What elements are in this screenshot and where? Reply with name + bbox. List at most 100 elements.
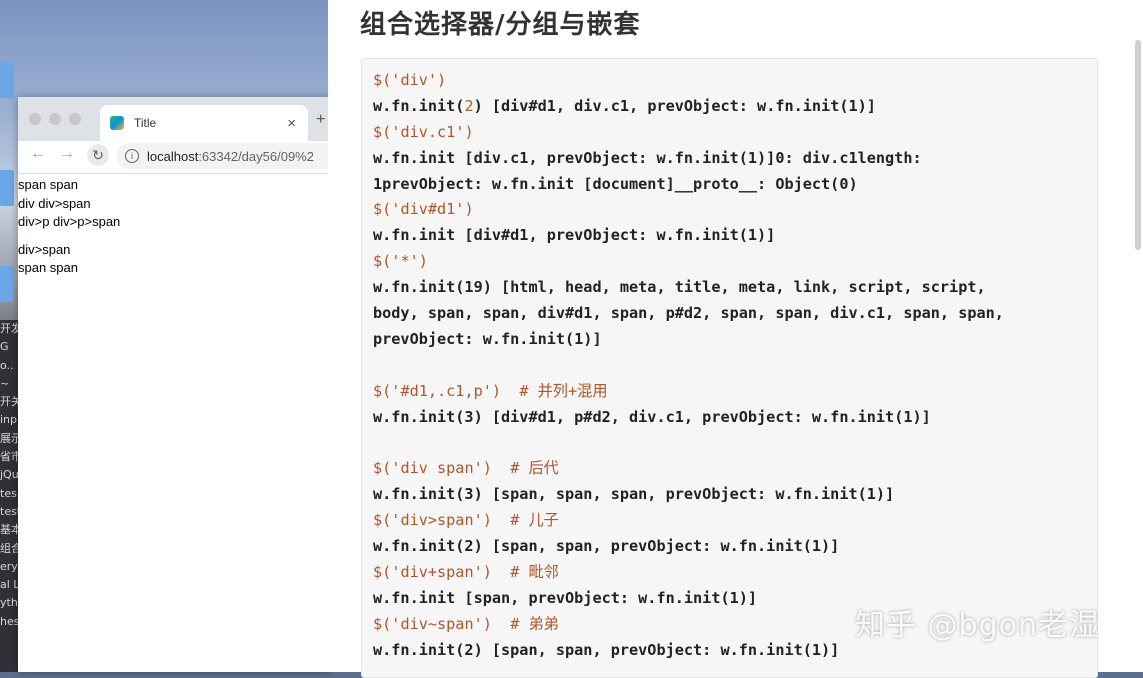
info-icon[interactable]: i (125, 149, 139, 163)
code-line: body, span, span, div#d1, span, p#d2, sp… (362, 301, 1097, 327)
code-comment: # 毗邻 (510, 562, 559, 581)
code-line: w.fn.init(2) [div#d1, div.c1, prevObject… (362, 94, 1097, 120)
code-line: w.fn.init(3) [span, span, span, prevObje… (362, 482, 1097, 508)
code-spacing (492, 511, 510, 529)
code-output: w.fn.init [span, prevObject: w.fn.init(1… (373, 588, 758, 607)
background-sidebar-item: jQu (0, 468, 19, 482)
background-sidebar-item: 开关 (0, 395, 20, 409)
desktop-folder-icon[interactable] (0, 62, 14, 98)
tab-title: Title (134, 116, 157, 130)
code-output: w.fn.init(19) [html, head, meta, title, … (373, 278, 986, 297)
address-bar[interactable]: i localhost:63342/day56/09%2 (117, 143, 347, 169)
code-comment: # 弟弟 (510, 614, 559, 633)
code-comment: # 后代 (510, 459, 559, 478)
code-comment: # 并列+混用 (519, 381, 608, 400)
tab-close-icon[interactable]: × (287, 115, 296, 132)
maximize-window-button[interactable] (69, 113, 81, 125)
jquery-dollar: $ (373, 511, 383, 530)
code-line: w.fn.init(2) [span, span, prevObject: w.… (362, 534, 1097, 560)
code-line: w.fn.init(3) [div#d1, p#d2, div.c1, prev… (362, 405, 1097, 431)
selector-string: ('div~span') (382, 614, 492, 633)
code-line: $('*') (362, 249, 1097, 275)
selector-string: ('div') (382, 71, 447, 89)
jquery-dollar: $ (373, 252, 383, 271)
code-output: w.fn.init [div#d1, prevObject: w.fn.init… (373, 226, 776, 245)
code-output: w.fn.init(3) [div#d1, p#d2, div.c1, prev… (373, 407, 931, 426)
jquery-dollar: $ (373, 459, 383, 478)
background-sidebar-item: G (0, 340, 9, 354)
reload-icon[interactable]: ↻ (87, 144, 109, 166)
page-text-line: div div>span (18, 195, 91, 211)
page-text-line: span span (18, 260, 78, 275)
tab-bar: Title × + (18, 97, 330, 141)
background-sidebar-item: 组合 (0, 541, 20, 555)
browser-tab[interactable]: Title × (100, 105, 308, 141)
url-host: localhost (147, 148, 199, 164)
url-text[interactable]: localhost:63342/day56/09%2 (147, 149, 314, 164)
background-sidebar-item: inp (0, 413, 18, 427)
code-output: w.fn.init [div.c1, prevObject: w.fn.init… (373, 148, 922, 167)
background-sidebar-item: test (0, 504, 20, 518)
scrollbar-thumb[interactable] (1135, 40, 1141, 250)
selector-string: ('div+span') (382, 562, 492, 581)
pycharm-favicon-icon (110, 116, 124, 130)
code-spacing (492, 459, 510, 477)
background-sidebar-item: 省市 (0, 450, 20, 464)
code-output: body, span, span, div#d1, span, p#d2, sp… (373, 304, 1004, 323)
forward-arrow-icon[interactable]: → (59, 145, 75, 163)
background-sidebar-item: 展示 (0, 431, 20, 445)
page-text-line: div>p div>p>span (18, 214, 121, 229)
browser-toolbar: ← → ↻ i localhost:63342/day56/09%2 (18, 141, 347, 174)
jquery-dollar: $ (373, 122, 383, 141)
code-spacing (492, 615, 510, 633)
jquery-dollar: $ (373, 200, 383, 219)
background-sidebar-item: 开发 (0, 322, 20, 335)
jquery-dollar: $ (373, 614, 383, 633)
code-line: $('div.c1') (362, 120, 1097, 146)
page-text-line: div>span (18, 241, 71, 257)
code-line: $('div#d1') (362, 197, 1097, 223)
url-path: :63342/day56/09%2 (198, 148, 314, 164)
code-line: $('#d1,.c1,p') # 并列+混用 (362, 379, 1097, 405)
desktop-folder-icon[interactable] (0, 266, 14, 302)
background-sidebar-item: ery (0, 559, 18, 573)
code-line: $('div+span') # 毗邻 (362, 560, 1097, 586)
code-line: prevObject: w.fn.init(1)] (362, 327, 1097, 353)
page-text-line: span span (18, 177, 78, 192)
desktop-folder-icon[interactable] (0, 170, 14, 206)
code-output: prevObject: w.fn.init(1)] (373, 329, 602, 348)
code-output: 1prevObject: w.fn.init [document]__proto… (373, 174, 858, 193)
code-line: w.fn.init [div#d1, prevObject: w.fn.init… (362, 223, 1097, 249)
code-line: $('div span') # 后代 (362, 456, 1097, 482)
code-comment: # 儿子 (510, 511, 559, 530)
selector-string: ('div#d1') (382, 200, 474, 219)
code-spacing (492, 563, 510, 581)
code-block: $ ('div') w.fn.init(2) [div#d1, div.c1, pr… (361, 58, 1098, 678)
selector-string: ('div.c1') (382, 122, 474, 141)
minimize-window-button[interactable] (49, 113, 61, 125)
background-sidebar-item: hes (0, 614, 20, 628)
jquery-dollar: $ (373, 381, 383, 400)
selector-string: ('div span') (382, 459, 492, 478)
code-number: 2 (464, 96, 474, 115)
code-output: w.fn.init(3) [span, span, span, prevObje… (373, 485, 895, 504)
code-line: w.fn.init [div.c1, prevObject: w.fn.init… (362, 146, 1097, 172)
browser-window: Title × + ← → ↻ i localhost:63342/day56/… (18, 97, 347, 672)
code-line: 1prevObject: w.fn.init [document]__proto… (362, 172, 1097, 198)
close-window-button[interactable] (29, 113, 41, 125)
background-sidebar-item: o.. (0, 358, 14, 372)
back-arrow-icon[interactable]: ← (30, 145, 46, 163)
code-spacing (501, 382, 519, 400)
background-sidebar-item: yth (0, 596, 18, 610)
selector-string: ('#d1,.c1,p') (382, 381, 502, 400)
watermark: 知乎 @bgon老湿 (855, 608, 1100, 643)
code-output: w.fn.init(2) [span, span, prevObject: w.… (373, 537, 840, 556)
selector-string: ('*') (382, 252, 428, 271)
new-tab-icon[interactable]: + (316, 111, 325, 129)
background-window-sidebar: 开发 Go.. ~ 开关 inp 展示 省市 jQu tes test 基本 组合 ery al L yth… (0, 320, 20, 672)
code-output-tail: ) [div#d1, div.c1, prevObject: w.fn.init… (473, 96, 876, 115)
jquery-dollar: $ (373, 562, 383, 581)
code-line: w.fn.init(19) [html, head, meta, title, … (362, 275, 1097, 301)
background-sidebar-item: ~ (0, 376, 10, 390)
